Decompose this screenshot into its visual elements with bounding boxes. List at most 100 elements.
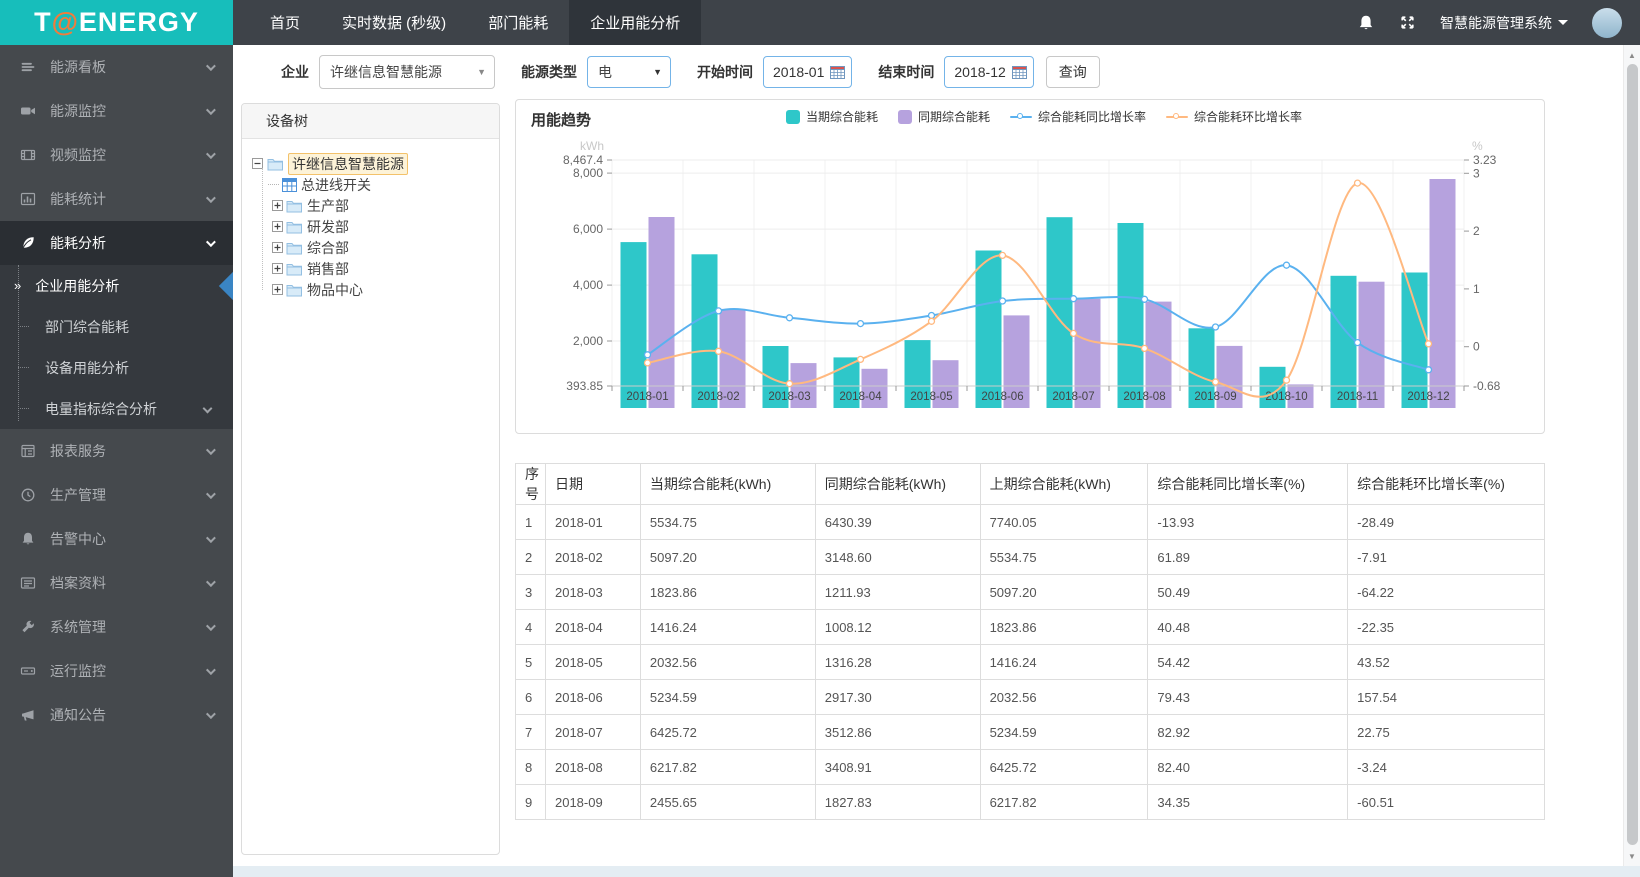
topbar-right-tools: 智慧能源管理系统 bbox=[1357, 0, 1640, 45]
sidebar-subitem-4[interactable]: 电量指标综合分析 bbox=[0, 388, 233, 429]
company-select[interactable]: 许继信息智慧能源 ▼ bbox=[319, 54, 495, 89]
energy-type-select[interactable]: 电 ▼ bbox=[587, 55, 671, 88]
sidebar-item-label: 通知公告 bbox=[50, 707, 106, 723]
tree-node-label[interactable]: 生产部 bbox=[307, 196, 349, 216]
sidebar-item-label: 运行监控 bbox=[50, 663, 106, 679]
expand-plus-icon[interactable] bbox=[272, 242, 283, 253]
legend-bar-swatch bbox=[898, 109, 913, 124]
sidebar-subitem-3[interactable]: 设备用能分析 bbox=[0, 347, 233, 388]
tree-node-5[interactable]: 销售部 bbox=[248, 258, 493, 279]
nav-tab-2[interactable]: 实时数据 (秒级) bbox=[321, 0, 467, 45]
sidebar-item-5[interactable]: 能耗分析 bbox=[0, 221, 233, 265]
query-button[interactable]: 查询 bbox=[1045, 55, 1100, 88]
chevron-down-icon bbox=[205, 192, 216, 203]
tree-node-label[interactable]: 销售部 bbox=[307, 259, 349, 279]
tree-node-4[interactable]: 综合部 bbox=[248, 237, 493, 258]
sidebar-item-3[interactable]: 视频监控 bbox=[0, 133, 233, 177]
chevron-down-icon bbox=[205, 488, 216, 499]
tree-node-2[interactable]: 生产部 bbox=[248, 195, 493, 216]
chevron-down-icon bbox=[205, 444, 216, 455]
table-cell: 2032.56 bbox=[639, 644, 816, 680]
folder-icon bbox=[267, 157, 284, 171]
svg-text:2018-12: 2018-12 bbox=[1407, 391, 1449, 403]
table-cell: 6217.82 bbox=[639, 749, 816, 785]
tree-line-stub bbox=[18, 408, 29, 409]
table-cell: -3.24 bbox=[1347, 749, 1545, 785]
table-cell: 3 bbox=[515, 574, 546, 610]
sidebar-item-2[interactable]: 能源监控 bbox=[0, 89, 233, 133]
sidebar-item-10[interactable]: 系统管理 bbox=[0, 605, 233, 649]
table-cell: 1823.86 bbox=[639, 574, 816, 610]
notification-bell-icon[interactable] bbox=[1357, 14, 1375, 32]
legend-label: 当期综合能耗 bbox=[806, 110, 879, 124]
clock-icon bbox=[20, 487, 36, 503]
table-row-3: 3 2018-03 1823.86 1211.93 5097.20 50.49 -64.22 bbox=[515, 574, 1545, 610]
table-row-9: 9 2018-09 2455.65 1827.83 6217.82 34.35 -60.51 bbox=[515, 784, 1545, 820]
top-navigation-bar: 首页 实时数据 (秒级) 部门能耗 企业用能分析 智慧能源管理系统 bbox=[233, 0, 1640, 45]
vertical-scrollbar-thumb[interactable] bbox=[1627, 64, 1638, 845]
svg-text:2018-07: 2018-07 bbox=[1052, 391, 1094, 403]
line-point-2018-08 bbox=[1140, 344, 1149, 353]
table-row-5: 5 2018-05 2032.56 1316.28 1416.24 54.42 43.52 bbox=[515, 644, 1545, 680]
nav-tab-1[interactable]: 首页 bbox=[249, 0, 321, 45]
sidebar-item-4[interactable]: 能耗统计 bbox=[0, 177, 233, 221]
end-date-input[interactable]: 2018-12 bbox=[944, 55, 1034, 88]
line-point-2018-09 bbox=[1211, 323, 1220, 331]
line-point-2018-11 bbox=[1353, 338, 1362, 347]
svg-text:8,467.4: 8,467.4 bbox=[563, 153, 603, 167]
legend-item-2[interactable]: 同期综合能耗 bbox=[898, 108, 990, 125]
start-date-input[interactable]: 2018-01 bbox=[763, 55, 853, 88]
fullscreen-icon[interactable] bbox=[1399, 14, 1416, 31]
legend-item-1[interactable]: 当期综合能耗 bbox=[786, 108, 878, 125]
end-time-filter-group: 结束时间 2018-12 bbox=[878, 55, 1034, 88]
table-column-header-1: 序号 bbox=[515, 463, 546, 505]
table-column-header-3: 当期综合能耗(kWh) bbox=[639, 463, 816, 505]
expand-plus-icon[interactable] bbox=[272, 284, 283, 295]
nav-tab-3[interactable]: 部门能耗 bbox=[467, 0, 569, 45]
sidebar-item-11[interactable]: 运行监控 bbox=[0, 649, 233, 693]
expand-plus-icon[interactable] bbox=[272, 221, 283, 232]
table-cell: 1 bbox=[515, 504, 546, 540]
sidebar-subitem-2[interactable]: 部门综合能耗 bbox=[0, 306, 233, 347]
sidebar-subitem-label: 企业用能分析 bbox=[35, 277, 120, 294]
sidebar-item-8[interactable]: 告警中心 bbox=[0, 517, 233, 561]
sidebar-item-9[interactable]: 档案资料 bbox=[0, 561, 233, 605]
sidebar-submenu: » 企业用能分析 部门综合能耗 设备用能分析 电量指标综合分析 bbox=[0, 265, 233, 429]
expand-plus-icon[interactable] bbox=[272, 263, 283, 274]
tree-root-node[interactable]: 许继信息智慧能源 bbox=[248, 152, 493, 175]
sidebar-item-6[interactable]: 报表服务 bbox=[0, 429, 233, 473]
alarm-bell-icon bbox=[20, 531, 36, 547]
scroll-down-arrow-icon[interactable]: ▼ bbox=[1624, 848, 1640, 864]
sidebar-subitem-1[interactable]: » 企业用能分析 bbox=[0, 265, 233, 306]
nav-tab-4[interactable]: 企业用能分析 bbox=[569, 0, 702, 45]
legend-item-3[interactable]: 综合能耗同比增长率 bbox=[1010, 108, 1146, 125]
system-title-dropdown[interactable]: 智慧能源管理系统 bbox=[1440, 13, 1568, 33]
expand-plus-icon[interactable] bbox=[272, 200, 283, 211]
tree-node-label[interactable]: 总进线开关 bbox=[301, 175, 371, 195]
vertical-scrollbar[interactable]: ▲ ▼ bbox=[1623, 45, 1640, 866]
user-avatar[interactable] bbox=[1592, 7, 1622, 38]
legend-item-4[interactable]: 综合能耗环比增长率 bbox=[1166, 108, 1302, 125]
meter-icon bbox=[282, 177, 297, 192]
tree-node-3[interactable]: 研发部 bbox=[248, 216, 493, 237]
scroll-up-arrow-icon[interactable]: ▲ bbox=[1624, 47, 1640, 63]
tree-node-label[interactable]: 研发部 bbox=[307, 217, 349, 237]
horizontal-scrollbar[interactable] bbox=[233, 866, 1640, 877]
chevron-down-icon bbox=[205, 708, 216, 719]
tree-root-label[interactable]: 许继信息智慧能源 bbox=[288, 152, 408, 175]
energy-data-table: 序号 日期 当期综合能耗(kWh) 同期综合能耗(kWh) 上期综合能耗(kWh) 综合能… bbox=[515, 463, 1545, 820]
sidebar-item-7[interactable]: 生产管理 bbox=[0, 473, 233, 517]
tree-node-1[interactable]: 总进线开关 bbox=[248, 174, 493, 195]
sidebar-item-1[interactable]: 能源看板 bbox=[0, 45, 233, 89]
report-icon bbox=[20, 443, 36, 459]
tree-node-6[interactable]: 物品中心 bbox=[248, 279, 493, 300]
tree-node-label[interactable]: 物品中心 bbox=[307, 280, 363, 300]
calendar-icon bbox=[1011, 65, 1027, 79]
svg-text:%: % bbox=[1472, 139, 1483, 153]
legend-line-swatch bbox=[1010, 112, 1033, 122]
tree-node-label[interactable]: 综合部 bbox=[307, 238, 349, 258]
line-point-2018-10 bbox=[1282, 376, 1291, 384]
sidebar-item-12[interactable]: 通知公告 bbox=[0, 693, 233, 737]
table-cell: -22.35 bbox=[1347, 609, 1545, 645]
sidebar-item-label: 能源监控 bbox=[50, 103, 106, 119]
